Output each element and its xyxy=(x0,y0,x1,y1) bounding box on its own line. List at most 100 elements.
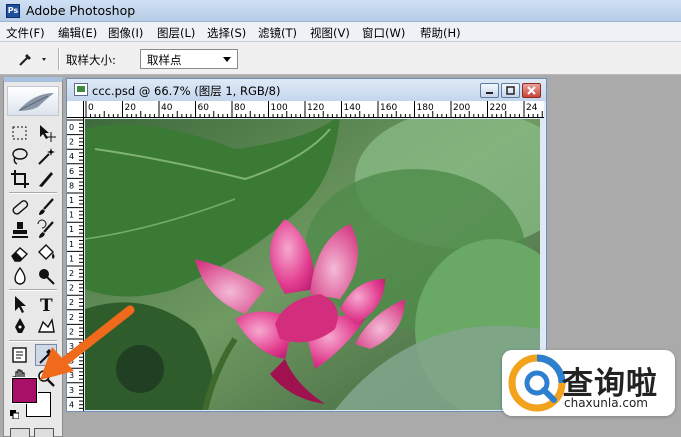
eyedropper-icon xyxy=(19,54,46,66)
sample-size-value: 取样点 xyxy=(147,53,182,67)
chaxunla-watermark: 查询啦 chaxunla.com xyxy=(502,350,675,416)
ruler-h-label: 60 xyxy=(198,103,210,113)
ruler-v-label: 1 xyxy=(69,211,74,220)
brush-tool[interactable] xyxy=(35,196,57,218)
document-icon xyxy=(74,83,88,96)
zoom-tool[interactable] xyxy=(35,367,57,389)
close-icon xyxy=(527,86,536,95)
ruler-origin[interactable] xyxy=(67,101,84,118)
lotus-photo xyxy=(85,119,540,410)
ruler-v-label: 4 xyxy=(69,152,74,161)
ruler-h-label: 20 xyxy=(125,103,137,113)
ruler-v-label: 2 xyxy=(69,269,74,278)
standard-mode-button[interactable] xyxy=(10,428,30,437)
toolbox-separator xyxy=(9,192,57,194)
magic-wand-tool[interactable] xyxy=(35,145,57,167)
menu-view[interactable]: 视图(V) xyxy=(310,25,350,41)
ruler-v-label: 2 xyxy=(69,284,74,293)
ruler-v-label: 2 xyxy=(69,138,74,147)
eraser-tool[interactable] xyxy=(9,242,31,264)
feather-logo[interactable] xyxy=(7,86,59,116)
clone-stamp-tool[interactable] xyxy=(9,219,31,241)
ruler-v-label: 1 xyxy=(69,196,74,205)
foreground-color-swatch[interactable] xyxy=(11,377,38,404)
document-canvas[interactable] xyxy=(85,119,540,410)
menu-select[interactable]: 选择(S) xyxy=(207,25,246,41)
move-tool[interactable] xyxy=(35,122,57,144)
ruler-v-label: 1 xyxy=(69,240,74,249)
menu-bar: 文件(F) 编辑(E) 图像(I) 图层(L) 选择(S) 滤镜(T) 视图(V… xyxy=(0,22,681,42)
menu-filter[interactable]: 滤镜(T) xyxy=(258,25,297,41)
menu-layer[interactable]: 图层(L) xyxy=(157,25,195,41)
maximize-button[interactable] xyxy=(501,83,520,98)
ruler-h-label: 80 xyxy=(234,103,246,113)
toolbox-panel: T xyxy=(3,77,63,437)
path-selection-tool[interactable] xyxy=(9,293,31,315)
ruler-v-label: 3 xyxy=(69,371,74,380)
ruler-v-label: 1 xyxy=(69,225,74,234)
ruler-h-label: 140 xyxy=(344,103,361,113)
toolbox-separator xyxy=(9,340,57,342)
watermark-url: chaxunla.com xyxy=(564,396,648,410)
ruler-v-label: 3 xyxy=(69,342,74,351)
default-colors-icon[interactable] xyxy=(10,408,20,420)
paint-bucket-tool[interactable] xyxy=(35,242,57,264)
pen-tool[interactable] xyxy=(9,316,31,338)
menu-window[interactable]: 窗口(W) xyxy=(362,25,405,41)
app-title-bar: Ps Adobe Photoshop xyxy=(0,0,681,22)
horizontal-ruler[interactable]: 0 20 40 60 80 100 120 140 160 180 200 220 24 xyxy=(84,101,544,118)
ruler-v-label: 0 xyxy=(69,123,74,132)
menu-file[interactable]: 文件(F) xyxy=(6,25,45,41)
vertical-ruler[interactable]: 0 2 4 6 8 1 1 1 1 1 2 2 2 2 2 3 3 3 3 4 xyxy=(67,118,84,411)
ruler-v-label: 8 xyxy=(69,181,74,190)
notes-tool[interactable] xyxy=(9,344,31,366)
healing-brush-tool[interactable] xyxy=(9,196,31,218)
tool-options-bar: 取样大小: 取样点 xyxy=(0,42,681,75)
ruler-v-label: 2 xyxy=(69,327,74,336)
menu-help[interactable]: 帮助(H) xyxy=(420,25,461,41)
crop-tool[interactable] xyxy=(9,168,31,190)
quick-mask-button[interactable] xyxy=(34,428,54,437)
maximize-icon xyxy=(506,86,515,95)
slice-tool[interactable] xyxy=(35,168,57,190)
ruler-h-label: 200 xyxy=(453,103,470,113)
chevron-down-icon xyxy=(223,57,231,62)
ruler-v-label: 3 xyxy=(69,357,74,366)
dodge-tool[interactable] xyxy=(35,265,57,287)
history-brush-tool[interactable] xyxy=(35,219,57,241)
blur-tool[interactable] xyxy=(9,265,31,287)
lasso-tool[interactable] xyxy=(9,145,31,167)
document-window: ccc.psd @ 66.7% (图层 1, RGB/8) 0 20 40 60 80 1… xyxy=(66,78,547,412)
close-button[interactable] xyxy=(522,83,541,98)
toolbox-separator xyxy=(9,289,57,291)
ruler-h-label: 24 xyxy=(526,103,538,113)
menu-edit[interactable]: 编辑(E) xyxy=(58,25,97,41)
ruler-h-label: 100 xyxy=(271,103,288,113)
type-tool[interactable]: T xyxy=(35,293,57,315)
ruler-v-label: 3 xyxy=(69,386,74,395)
ruler-h-label: 180 xyxy=(417,103,434,113)
rectangular-marquee-tool[interactable] xyxy=(9,122,31,144)
ruler-h-label: 160 xyxy=(380,103,397,113)
options-separator xyxy=(58,48,60,70)
ruler-h-label: 120 xyxy=(307,103,324,113)
menu-image[interactable]: 图像(I) xyxy=(108,25,143,41)
app-title: Adobe Photoshop xyxy=(26,3,136,18)
ruler-v-label: 1 xyxy=(69,254,74,263)
eyedropper-tool[interactable] xyxy=(35,344,57,366)
ruler-h-label: 40 xyxy=(161,103,173,113)
custom-shape-tool[interactable] xyxy=(35,316,57,338)
type-tool-glyph: T xyxy=(40,296,53,315)
ruler-v-label: 2 xyxy=(69,313,74,322)
tool-preset-picker[interactable] xyxy=(14,49,54,69)
document-title-bar[interactable]: ccc.psd @ 66.7% (图层 1, RGB/8) xyxy=(67,79,546,101)
ruler-h-label: 220 xyxy=(490,103,507,113)
ruler-v-label: 6 xyxy=(69,167,74,176)
chaxunla-logo-icon xyxy=(508,354,566,412)
ruler-v-label: 4 xyxy=(69,400,74,409)
photoshop-app-icon: Ps xyxy=(6,4,20,18)
minimize-icon xyxy=(486,92,493,94)
sample-size-select[interactable]: 取样点 xyxy=(140,49,238,69)
ruler-v-label: 2 xyxy=(69,298,74,307)
minimize-button[interactable] xyxy=(480,83,499,98)
